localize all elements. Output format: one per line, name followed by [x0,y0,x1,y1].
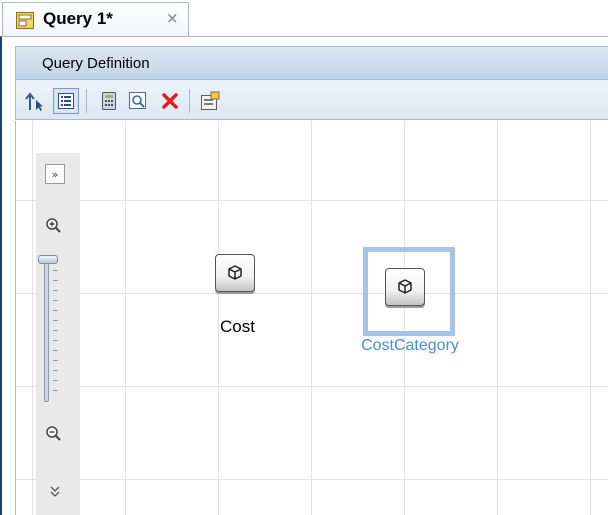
close-icon[interactable]: × [166,9,179,27]
node-label-cost: Cost [220,317,255,336]
node-label-costcategory: CostCategory [361,337,459,354]
zoom-tick [53,330,58,331]
section-header: Query Definition [15,46,608,80]
properties-button[interactable] [197,88,223,114]
zoom-control: » [36,153,80,515]
zoom-slider-thumb[interactable] [38,255,58,264]
zoom-slider-track[interactable] [44,259,49,402]
zoom-tick [53,270,58,271]
toolbar-separator [189,89,190,113]
zoom-tick [53,300,58,301]
arrow-up-cursor-icon [25,92,43,111]
tab-title: Query 1* [43,9,113,28]
collapse-chevron-icon[interactable] [50,486,60,502]
zoom-tick [53,310,58,311]
zoom-in-icon[interactable] [44,216,64,236]
zoom-tick [53,340,58,341]
calculator-icon [102,92,116,110]
properties-icon [201,91,220,110]
red-x-icon [162,93,178,109]
query-icon [16,12,34,29]
zoom-tick [53,390,58,391]
list-icon [58,93,74,109]
zoom-tick [53,320,58,321]
magnifier-icon [129,92,146,109]
list-view-button[interactable] [53,88,79,114]
entity-node-costcategory[interactable] [385,268,425,306]
zoom-tick [53,290,58,291]
zoom-tick [53,360,58,361]
preview-button[interactable] [125,88,151,114]
toolbar-separator [86,89,87,113]
cube-icon [228,265,242,280]
zoom-tick [53,380,58,381]
cube-icon [398,279,412,294]
delete-button[interactable] [157,88,183,114]
section-title: Query Definition [42,55,150,72]
zoom-tick [53,350,58,351]
zoom-out-icon[interactable] [44,424,64,444]
zoom-tick [53,370,58,371]
navigate-up-button[interactable] [21,88,47,114]
calculator-button[interactable] [96,88,122,114]
expand-panel-button[interactable]: » [45,164,65,184]
zoom-tick [53,280,58,281]
query-tab[interactable]: Query 1* × [2,2,189,36]
entity-node-cost[interactable] [215,254,255,292]
query-canvas[interactable] [15,121,608,515]
toolbar [15,80,608,120]
